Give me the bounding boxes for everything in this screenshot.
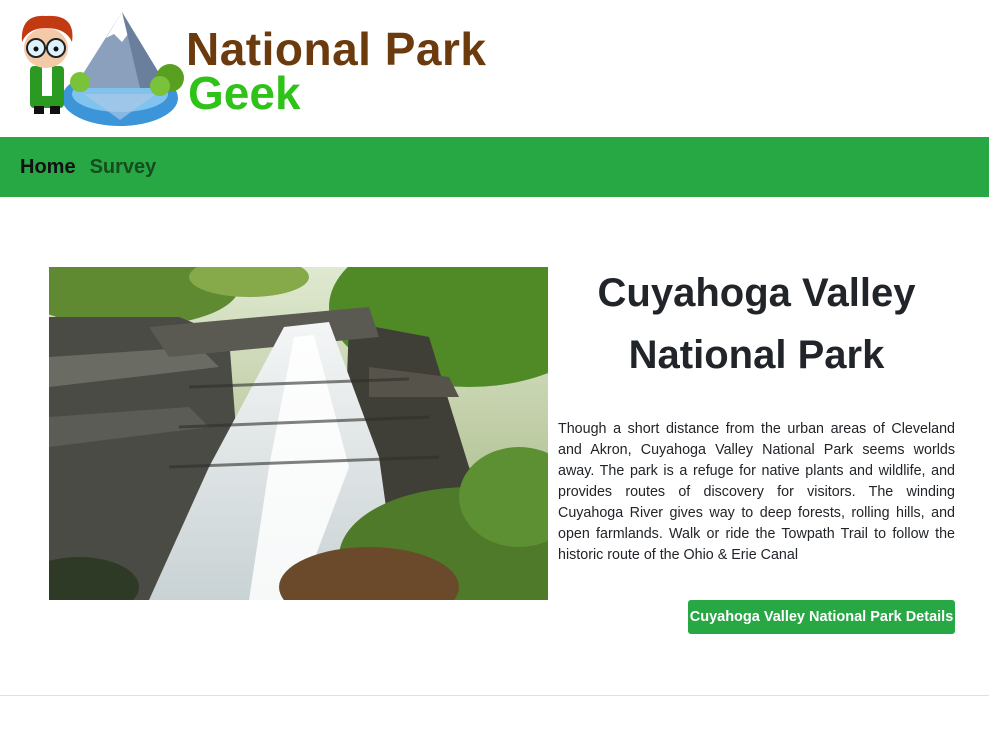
geek-mascot-logo-icon[interactable]	[10, 8, 190, 130]
park-waterfall-image	[49, 267, 548, 600]
main-navbar: Home Survey	[0, 137, 989, 197]
park-title: Cuyahoga Valley National Park	[597, 271, 916, 377]
park-description: Though a short distance from the urban a…	[558, 421, 955, 563]
nav-survey-link[interactable]: Survey	[90, 156, 157, 179]
nav-home-link[interactable]: Home	[20, 156, 76, 179]
site-header: National Park Geek	[0, 0, 989, 137]
section-divider	[0, 695, 989, 696]
park-details-button[interactable]: Cuyahoga Valley National Park Details	[688, 600, 955, 634]
brand-title-line2: Geek	[188, 67, 301, 119]
